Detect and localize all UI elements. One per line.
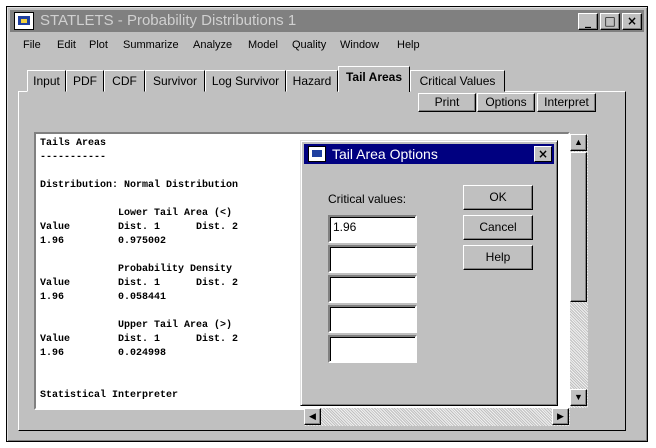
cancel-button[interactable]: Cancel: [463, 215, 533, 240]
minimize-button[interactable]: _: [578, 13, 598, 30]
tab-critical-values[interactable]: Critical Values: [410, 70, 505, 92]
critical-values-label: Critical values:: [328, 192, 407, 206]
tab-tail-areas[interactable]: Tail Areas: [338, 66, 410, 92]
critical-value-field-2[interactable]: [328, 245, 417, 273]
output-line: Value Dist. 1 Dist. 2: [40, 334, 239, 345]
scroll-down-icon[interactable]: ▼: [570, 389, 587, 406]
output-line: Distribution: Normal Distribution: [40, 180, 239, 191]
horizontal-scrollbar[interactable]: ◀ ▶: [304, 408, 570, 426]
menu-plot[interactable]: Plot: [89, 39, 108, 51]
output-line: Statistical Interpreter: [40, 390, 179, 401]
maximize-button[interactable]: □: [600, 13, 620, 30]
menu-window[interactable]: Window: [340, 39, 379, 51]
scroll-right-icon[interactable]: ▶: [552, 408, 569, 425]
menu-help[interactable]: Help: [397, 39, 420, 51]
tab-pdf[interactable]: PDF: [66, 70, 104, 92]
menu-summarize[interactable]: Summarize: [123, 39, 179, 51]
window-title: STATLETS - Probability Distributions 1: [40, 12, 297, 29]
tab-input[interactable]: Input: [27, 70, 66, 92]
menu-bar: File Edit Plot Summarize Analyze Model Q…: [10, 34, 644, 56]
menu-quality[interactable]: Quality: [292, 39, 326, 51]
output-line: 1.96 0.024998: [40, 348, 167, 359]
dialog-close-button[interactable]: ×: [534, 146, 552, 162]
output-line: Upper Tail Area (>): [40, 320, 233, 331]
menu-analyze[interactable]: Analyze: [193, 39, 232, 51]
tab-survivor[interactable]: Survivor: [145, 70, 205, 92]
output-line: Probability Density: [40, 264, 233, 275]
interpret-button[interactable]: Interpret: [537, 93, 596, 112]
dialog-title-bar[interactable]: Tail Area Options ×: [304, 144, 554, 164]
ok-button[interactable]: OK: [463, 185, 533, 210]
critical-value-field-1[interactable]: 1.96: [328, 215, 417, 243]
close-button[interactable]: ×: [622, 13, 642, 30]
help-button[interactable]: Help: [463, 245, 533, 270]
output-line: Tails Areas: [40, 138, 107, 149]
dialog-title: Tail Area Options: [332, 146, 438, 162]
tab-hazard[interactable]: Hazard: [286, 70, 338, 92]
output-line: -----------: [40, 152, 107, 163]
title-bar[interactable]: STATLETS - Probability Distributions 1 _…: [10, 10, 644, 32]
menu-model[interactable]: Model: [248, 39, 278, 51]
vertical-scroll-thumb[interactable]: [570, 152, 587, 302]
scroll-up-icon[interactable]: ▲: [570, 134, 587, 151]
print-button[interactable]: Print: [418, 93, 476, 112]
output-line: Value Dist. 1 Dist. 2: [40, 222, 239, 233]
statlets-app-icon: [308, 146, 326, 162]
critical-value-field-5[interactable]: [328, 335, 417, 363]
output-line: Value Dist. 1 Dist. 2: [40, 278, 239, 289]
tail-area-options-dialog: Tail Area Options × Critical values: 1.9…: [300, 140, 558, 406]
tab-cdf[interactable]: CDF: [104, 70, 145, 92]
statlets-app-icon[interactable]: [14, 12, 34, 30]
output-line: Lower Tail Area (<): [40, 208, 233, 219]
menu-edit[interactable]: Edit: [57, 39, 76, 51]
output-line: 1.96 0.975002: [40, 236, 167, 247]
menu-file[interactable]: File: [23, 39, 41, 51]
output-line: 1.96 0.058441: [40, 292, 167, 303]
vertical-scrollbar[interactable]: ▲ ▼: [570, 134, 588, 408]
critical-value-field-3[interactable]: [328, 275, 417, 303]
scroll-left-icon[interactable]: ◀: [304, 408, 321, 425]
options-button[interactable]: Options: [477, 93, 535, 112]
tab-log-survivor[interactable]: Log Survivor: [205, 70, 286, 92]
critical-value-field-4[interactable]: [328, 305, 417, 333]
